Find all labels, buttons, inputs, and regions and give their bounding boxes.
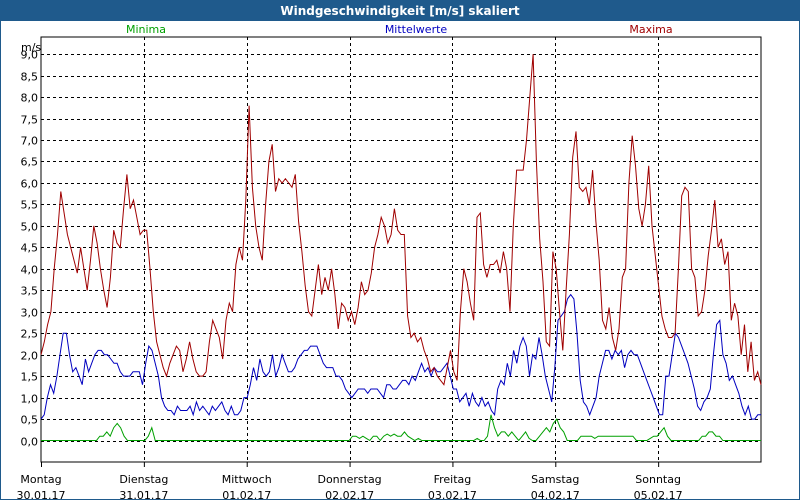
y-tick-label: 6,5 (21, 156, 39, 169)
y-tick-label: 0,5 (21, 414, 39, 427)
y-tick-label: 4,5 (21, 242, 39, 255)
legend-minima: Minima (126, 23, 166, 36)
labels: 0,0 0,5 1,0 1,5 2,0 2,5 3,0 3,5 4,0 4,5 5,0 5,5 6,0 6… (17, 23, 683, 499)
day-date-label: 31.01.17 (119, 489, 168, 499)
day-name-label: Montag (20, 473, 61, 486)
day-name-label: Freitag (434, 473, 472, 486)
series-line-mittelwerte (40, 293, 761, 420)
wind-speed-chart: 0,0 0,5 1,0 1,5 2,0 2,5 3,0 3,5 4,0 4,5 5,0 5,5 6,0 6… (17, 23, 762, 499)
y-tick-label: 3,0 (21, 307, 39, 320)
day-date-label: 03.02.17 (428, 489, 477, 499)
y-tick-label: 2,0 (21, 350, 39, 363)
day-date-label: 02.02.17 (325, 489, 374, 499)
y-tick-label: 7,5 (21, 114, 39, 127)
y-tick-label: 2,5 (21, 328, 39, 341)
day-date-label: 01.02.17 (222, 489, 271, 499)
day-name-label: Donnerstag (317, 473, 381, 486)
legend-mittelwerte: Mittelwerte (385, 23, 448, 36)
series-line-minima (41, 414, 761, 442)
day-date-label: 05.02.17 (634, 489, 683, 499)
day-name-label: Samstag (531, 473, 579, 486)
y-tick-label: 7,0 (21, 135, 39, 148)
day-name-label: Sonntag (635, 473, 681, 486)
y-tick-label: 1,0 (21, 393, 39, 406)
y-tick-label: 1,5 (21, 371, 39, 384)
day-name-label: Mittwoch (222, 473, 272, 486)
y-tick-label: 6,0 (21, 178, 39, 191)
y-tick-label: 5,0 (21, 221, 39, 234)
y-tick-label: 0,0 (21, 436, 39, 449)
y-tick-label: 5,5 (21, 199, 39, 212)
y-tick-label: 3,5 (21, 285, 39, 298)
y-tick-label: 4,0 (21, 264, 39, 277)
y-axis-label: m/s (21, 41, 41, 54)
day-date-label: 04.02.17 (531, 489, 580, 499)
chart-window: Windgeschwindigkeit [m/s] skaliert 0,0 0,… (0, 0, 800, 500)
day-date-label: 30.01.17 (17, 489, 66, 499)
day-name-label: Dienstag (119, 473, 168, 486)
series-line-maxima (40, 54, 762, 386)
y-tick-label: 8,5 (21, 71, 39, 84)
chart-title: Windgeschwindigkeit [m/s] skaliert (1, 1, 799, 21)
y-tick-label: 8,0 (21, 92, 39, 105)
legend-maxima: Maxima (629, 23, 672, 36)
